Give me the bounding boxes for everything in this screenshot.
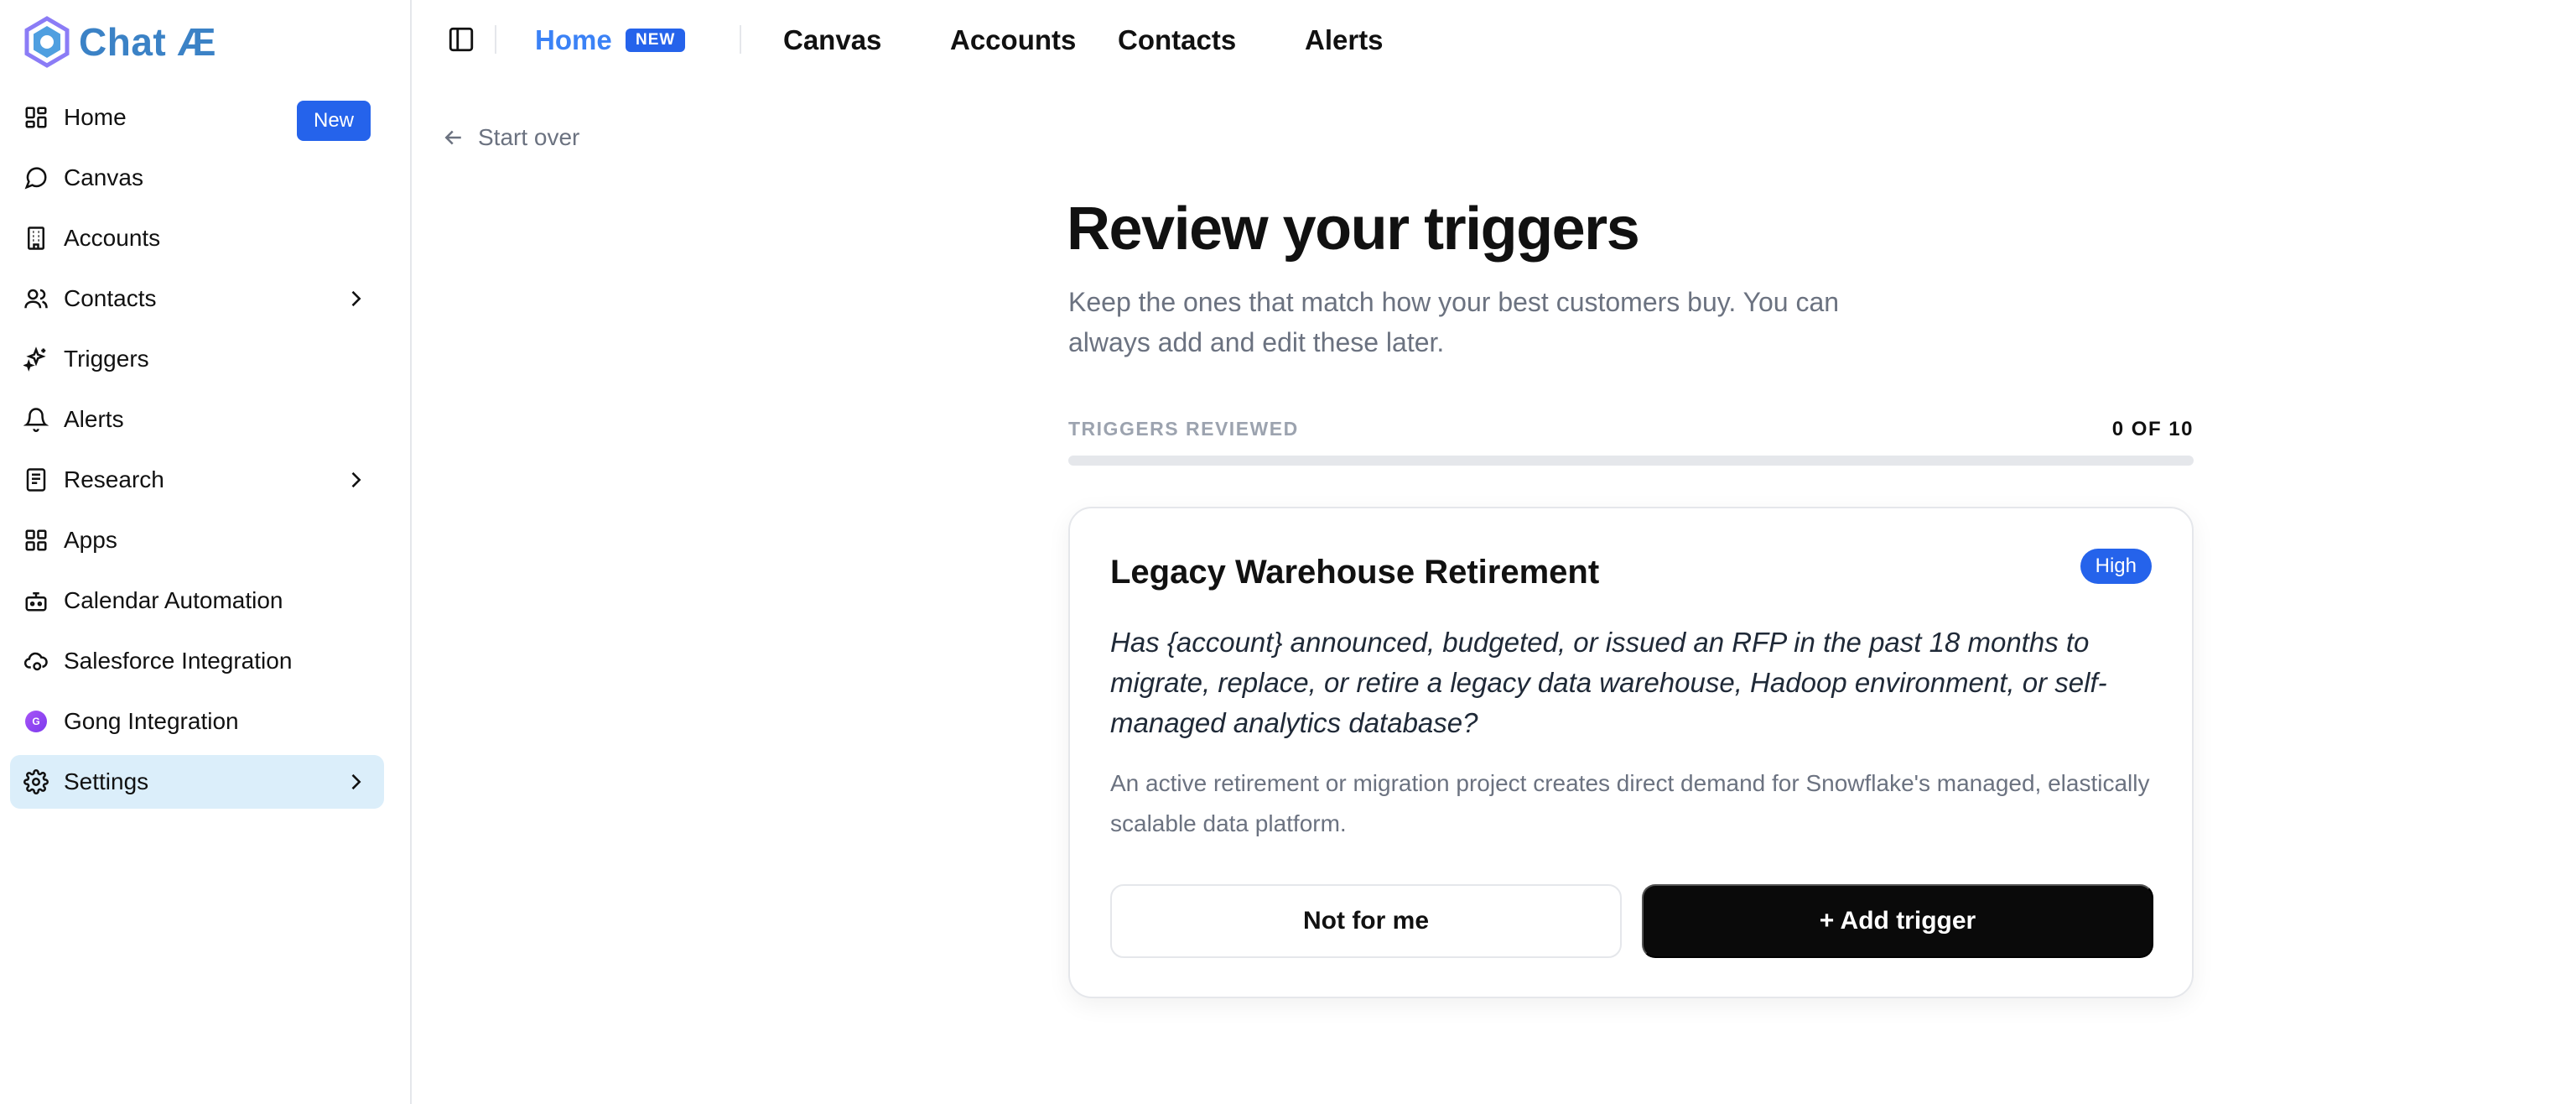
- cloud-cog-icon: [23, 648, 49, 674]
- sidebar-toggle-icon[interactable]: [447, 25, 475, 54]
- app-logo[interactable]: Chat Æ: [23, 15, 216, 69]
- bell-icon: [23, 407, 49, 432]
- sidebar-item-home[interactable]: Home New: [10, 91, 384, 144]
- sidebar-item-research[interactable]: Research: [10, 453, 384, 507]
- sidebar-item-gong-integration[interactable]: G Gong Integration: [10, 695, 384, 748]
- page-subtitle: Keep the ones that match how your best c…: [1068, 287, 1840, 357]
- chevron-right-icon: [351, 471, 361, 488]
- start-over-label: Start over: [478, 124, 580, 150]
- sidebar-item-label: Research: [64, 466, 164, 492]
- building-icon: [23, 226, 49, 251]
- users-icon: [23, 286, 49, 311]
- sidebar-item-label: Triggers: [64, 346, 149, 372]
- message-circle-icon: [23, 165, 49, 190]
- sidebar-item-label: Contacts: [64, 285, 157, 311]
- top-nav-bar: Home NEW Canvas Accounts Contacts Alerts: [413, 0, 2576, 82]
- progress-label: TRIGGERS REVIEWED: [1068, 418, 1299, 440]
- sidebar-item-alerts[interactable]: Alerts: [10, 393, 384, 446]
- sidebar-item-label: Settings: [64, 768, 149, 794]
- document-icon: [23, 467, 49, 492]
- gong-logo-letter: G: [25, 711, 47, 732]
- divider: [495, 25, 496, 54]
- tab-new-badge: NEW: [626, 29, 686, 52]
- sidebar: Chat Æ Home New Canvas Accounts Contacts…: [0, 0, 412, 1104]
- sidebar-item-label: Home: [64, 104, 127, 130]
- logo-hexagon-icon: [24, 16, 70, 68]
- sidebar-item-canvas[interactable]: Canvas: [10, 151, 384, 205]
- layout-icon: [23, 105, 49, 130]
- logo-text: Chat Æ: [79, 20, 216, 64]
- sidebar-item-label: Accounts: [64, 225, 161, 251]
- sidebar-item-contacts[interactable]: Contacts: [10, 272, 384, 325]
- grid-icon: [23, 528, 49, 553]
- page-title: Review your triggers: [1067, 195, 1640, 263]
- sparkles-icon: [23, 346, 49, 372]
- sidebar-nav: Home New Canvas Accounts Contacts Trigge…: [10, 91, 384, 815]
- trigger-question: Has {account} announced, budgeted, or is…: [1110, 627, 2107, 738]
- gong-logo-icon: G: [23, 709, 49, 734]
- trigger-title: Legacy Warehouse Retirement: [1110, 554, 1600, 591]
- tab-home[interactable]: Home: [535, 20, 612, 60]
- sidebar-item-calendar-automation[interactable]: Calendar Automation: [10, 574, 384, 628]
- add-trigger-button[interactable]: + Add trigger: [1642, 884, 2153, 958]
- progress-bar: [1068, 456, 2194, 466]
- gear-icon: [23, 769, 49, 794]
- sidebar-item-salesforce-integration[interactable]: Salesforce Integration: [10, 634, 384, 688]
- new-badge: New: [296, 101, 371, 141]
- sidebar-item-label: Apps: [64, 527, 117, 553]
- bot-icon: [23, 588, 49, 613]
- tab-contacts[interactable]: Contacts: [1118, 20, 1236, 60]
- arrow-left-icon: [444, 130, 461, 145]
- sidebar-item-label: Gong Integration: [64, 708, 239, 734]
- sidebar-item-apps[interactable]: Apps: [10, 513, 384, 567]
- chevron-right-icon: [351, 290, 361, 307]
- sidebar-item-label: Calendar Automation: [64, 587, 283, 613]
- sidebar-item-triggers[interactable]: Triggers: [10, 332, 384, 386]
- sidebar-item-label: Salesforce Integration: [64, 648, 293, 674]
- sidebar-item-label: Alerts: [64, 406, 124, 432]
- tab-accounts[interactable]: Accounts: [950, 20, 1076, 60]
- sidebar-item-settings[interactable]: Settings: [10, 755, 384, 809]
- sidebar-item-accounts[interactable]: Accounts: [10, 211, 384, 265]
- sidebar-item-label: Canvas: [64, 164, 143, 190]
- not-for-me-button[interactable]: Not for me: [1110, 884, 1622, 958]
- tab-alerts[interactable]: Alerts: [1305, 20, 1384, 60]
- trigger-rationale: An active retirement or migration projec…: [1110, 770, 2150, 836]
- divider: [740, 25, 741, 54]
- start-over-link[interactable]: Start over: [441, 121, 579, 154]
- chevron-right-icon: [351, 773, 361, 790]
- priority-badge: High: [2080, 549, 2152, 584]
- tab-canvas[interactable]: Canvas: [783, 20, 881, 60]
- progress-count: 0 OF 10: [2111, 418, 2194, 440]
- trigger-card: Legacy Warehouse Retirement High Has {ac…: [1068, 507, 2194, 998]
